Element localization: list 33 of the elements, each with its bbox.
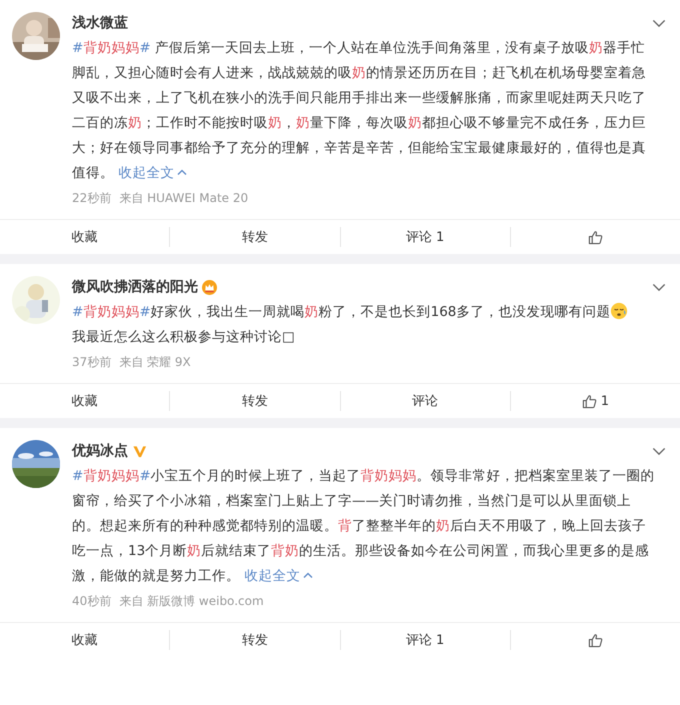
- chevron-down-icon[interactable]: [652, 282, 666, 292]
- user-name[interactable]: 优妈冰点: [72, 442, 128, 460]
- user-name[interactable]: 浅水微蓝: [72, 14, 128, 32]
- post-text: #背奶妈妈# 产假后第一天回去上班，一个人站在单位洗手间角落里，没有桌子放吸奶器手忙脚乱，又担心随时会有人进来，战战兢兢的吸奶的情景还历历在目；赶飞机在机场母婴室着急又吸不出来，上了飞机在狭小的洗手间只能用手排出来一些缓解胀痛，而家里呢娃两天只吃了二百的冻奶；工作时不能按时吸奶，奶量下降，每次吸奶都担心吸不够量完不成任务，压力巨大；好在领导同事都给予了充分的理解，辛苦是辛苦，但能给宝宝最健康最好的，值得也是真值得。 收起全文: [72, 39, 647, 183]
- post-text: 我最近怎么这么积极参与这种讨论□: [72, 328, 296, 347]
- crown-icon: [202, 280, 217, 294]
- chevron-up-icon: [303, 572, 314, 578]
- action-button[interactable]: 评论 1: [340, 227, 510, 247]
- chevron-down-icon[interactable]: [652, 446, 666, 456]
- thumbs-up-icon: [588, 632, 603, 648]
- like-button[interactable]: 1: [510, 391, 680, 411]
- sleepy-face-icon: [610, 302, 628, 320]
- collapse-link[interactable]: 收起全文: [244, 568, 314, 584]
- action-button[interactable]: 收藏: [0, 623, 170, 657]
- action-button[interactable]: 转发: [169, 391, 340, 411]
- post-time: 37秒前: [72, 354, 112, 371]
- action-button[interactable]: 转发: [169, 630, 340, 650]
- thumbs-up-icon: [588, 230, 603, 244]
- chevron-down-icon[interactable]: [652, 18, 666, 28]
- post-time: 22秒前: [72, 190, 112, 207]
- user-name[interactable]: 微风吹拂洒落的阳光: [72, 278, 198, 296]
- post-text: #背奶妈妈#小宝五个月的时候上班了，当起了背奶妈妈。领导非常好，把档案室里装了一圈的窗帘，给买了个小冰箱，档案室门上贴上了字——关门时请勿推，当然门是可以从里面锁上的。想起来所有的种种感觉都特别的温暖。背了整整半年的奶后白天不用吸了，晚上回去孩子吃一点，13个月断奶后就结束了背奶的生活。那些设备如今在公司闲置，而我心里更多的是感激，能做的就是努力工作。 收起全文: [72, 467, 656, 586]
- chevron-up-icon: [177, 169, 188, 175]
- verified-icon: [132, 444, 147, 458]
- action-button[interactable]: 评论 1: [340, 630, 510, 650]
- action-button[interactable]: 评论: [340, 391, 510, 411]
- action-button[interactable]: 转发: [169, 227, 340, 247]
- action-button[interactable]: 收藏: [0, 384, 170, 418]
- action-button[interactable]: 收藏: [0, 220, 170, 254]
- collapse-link[interactable]: 收起全文: [118, 165, 188, 181]
- post-text: #背奶妈妈#好家伙，我出生一周就喝奶粉了，不是也长到168多了，也没发现哪有问题: [72, 300, 658, 325]
- post-time: 40秒前: [72, 593, 112, 610]
- thumbs-up-icon: [582, 394, 597, 408]
